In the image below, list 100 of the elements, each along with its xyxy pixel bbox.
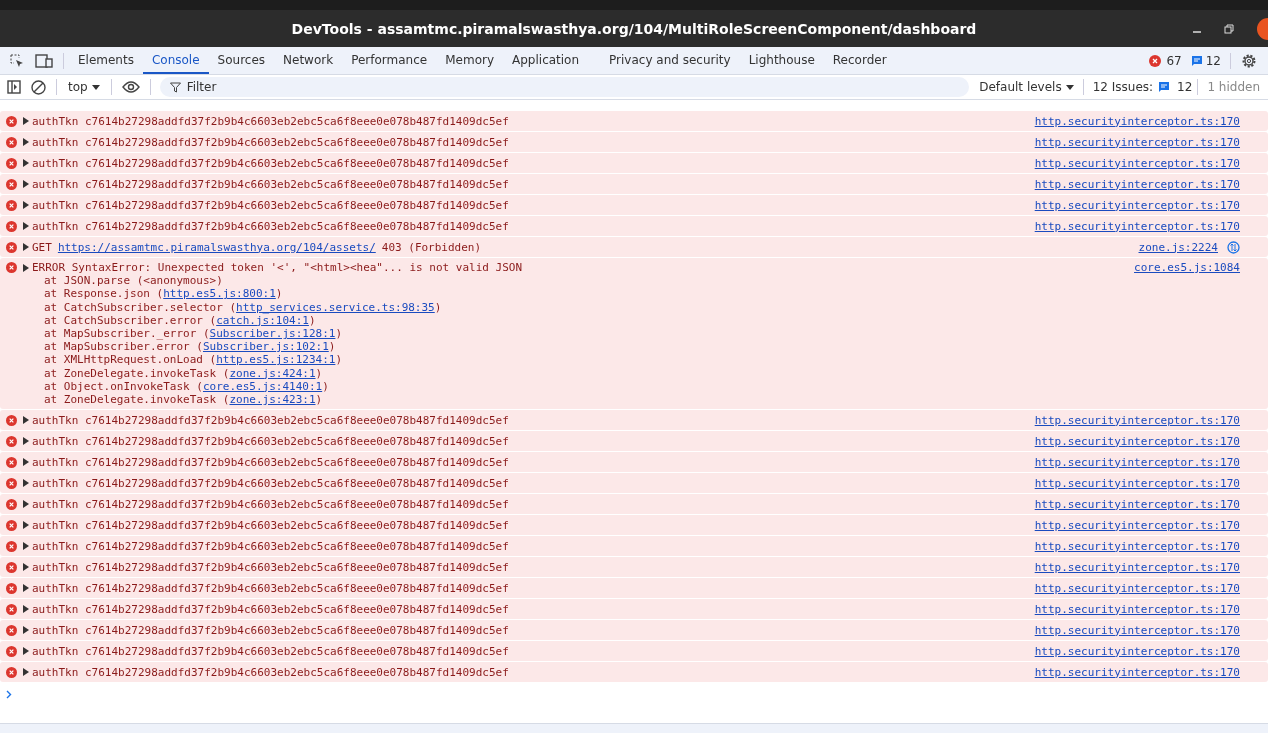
close-icon[interactable] [1256,17,1268,41]
panel-tab[interactable]: Memory [436,47,503,74]
filter-field[interactable]: Filter [159,77,970,97]
frame-link[interactable]: core.es5.js:4140:1 [202,379,323,394]
expand-icon[interactable] [23,264,29,272]
message-text: authTkn c7614b27298addfd37f2b9b4c6603eb2ebc5ca6f8eee0e078b487fd1409dc5ef [32,581,509,595]
panel-tab[interactable]: Sources [208,47,275,74]
message-text: authTkn c7614b27298addfd37f2b9b4c6603eb2ebc5ca6f8eee0e078b487fd1409dc5ef [32,198,509,212]
source-link[interactable]: http.securityinterceptor.ts:170 [1034,581,1240,595]
source-link[interactable]: http.securityinterceptor.ts:170 [1034,434,1240,448]
message-icon[interactable] [1158,81,1171,93]
source-link[interactable]: http.securityinterceptor.ts:170 [1034,177,1240,191]
error-icon [6,624,17,636]
panel-tab[interactable]: Privacy and security [600,47,740,74]
stack-frame: ) [335,353,343,367]
levels-dropdown[interactable]: Default levels [975,80,1078,94]
expand-icon[interactable] [23,180,29,188]
settings-icon[interactable] [1241,52,1257,69]
device-icon[interactable] [35,52,53,69]
panel-tab[interactable]: Performance [342,47,437,74]
message-text: authTkn c7614b27298addfd37f2b9b4c6603eb2ebc5ca6f8eee0e078b487fd1409dc5ef [32,135,509,149]
expand-icon[interactable] [23,521,29,530]
expand-icon[interactable] [23,584,29,593]
message-count[interactable]: 12 [1205,53,1221,68]
panel-tab[interactable]: Application [503,47,589,74]
source-link[interactable]: core.es5.js:1084 [1134,261,1240,274]
message-text: authTkn c7614b27298addfd37f2b9b4c6603eb2ebc5ca6f8eee0e078b487fd1409dc5ef [32,156,509,170]
frame-link[interactable]: http.es5.js:800:1 [163,287,276,301]
frame-link[interactable]: http.es5.js:1234:1 [216,353,336,367]
message-icon[interactable] [1190,54,1203,67]
error-icon[interactable] [1149,54,1162,67]
source-link[interactable]: http.securityinterceptor.ts:170 [1034,198,1240,212]
error-count[interactable]: 67 [1166,53,1182,68]
error-icon [6,540,17,552]
eye-icon[interactable] [121,81,140,93]
source-link[interactable]: http.securityinterceptor.ts:170 [1034,644,1240,658]
expand-icon[interactable] [23,243,29,251]
panel-tab[interactable]: Network [274,47,343,74]
source-link[interactable]: http.securityinterceptor.ts:170 [1034,219,1240,233]
expand-icon[interactable] [23,626,29,635]
expand-icon[interactable] [23,542,29,551]
source-link[interactable]: http.securityinterceptor.ts:170 [1034,476,1240,490]
message-text: authTkn c7614b27298addfd37f2b9b4c6603eb2ebc5ca6f8eee0e078b487fd1409dc5ef [32,539,509,553]
source-link[interactable]: http.securityinterceptor.ts:170 [1034,114,1240,128]
frame-link[interactable]: catch.js:104:1 [216,313,309,327]
expand-icon[interactable] [23,138,29,146]
error-icon [6,561,17,573]
stack-frame: ) [315,393,323,407]
source-link[interactable]: http.securityinterceptor.ts:170 [1034,539,1240,553]
source-link[interactable]: http.securityinterceptor.ts:170 [1034,135,1240,149]
expand-icon[interactable] [23,117,29,125]
expand-icon[interactable] [23,647,29,656]
panel-tab[interactable]: Recorder [823,47,896,74]
source-link[interactable]: http.securityinterceptor.ts:170 [1034,665,1240,679]
panel-tab[interactable]: Elements [69,47,143,74]
frame-link[interactable]: Subscriber.js:102:1 [202,340,329,354]
stack-frame: at CatchSubscriber.error ( [44,313,217,327]
expand-icon[interactable] [23,437,29,446]
stack-frame: ) [434,300,442,314]
request-link[interactable]: https://assamtmc.piramalswasthya.org/104/assets/ [57,240,376,254]
issues-label[interactable]: 12 Issues: [1092,80,1154,94]
error-icon [6,498,17,510]
expand-icon[interactable] [23,479,29,488]
source-link[interactable]: http.securityinterceptor.ts:170 [1034,497,1240,511]
clear-icon[interactable] [31,79,46,95]
expand-icon[interactable] [23,563,29,572]
source-link[interactable]: http.securityinterceptor.ts:170 [1034,623,1240,637]
network-icon[interactable] [1227,240,1240,254]
restore-icon[interactable] [1224,24,1234,34]
source-link[interactable]: http.securityinterceptor.ts:170 [1034,560,1240,574]
expand-icon[interactable] [23,416,29,425]
frame-link[interactable]: zone.js:424:1 [229,366,316,380]
expand-icon[interactable] [23,201,29,209]
prompt-icon[interactable] [6,690,12,700]
frame-link[interactable]: Subscriber.js:128:1 [209,327,336,341]
source-link[interactable]: http.securityinterceptor.ts:170 [1034,156,1240,170]
stack-frame: ) [328,340,336,354]
source-link[interactable]: http.securityinterceptor.ts:170 [1034,413,1240,427]
source-link[interactable]: http.securityinterceptor.ts:170 [1034,455,1240,469]
expand-icon[interactable] [23,605,29,614]
stack-frame: ) [322,379,329,394]
panel-tab[interactable]: Lighthouse [739,47,824,74]
message-text: authTkn c7614b27298addfd37f2b9b4c6603eb2ebc5ca6f8eee0e078b487fd1409dc5ef [32,434,509,448]
source-link[interactable]: http.securityinterceptor.ts:170 [1034,518,1240,532]
source-link[interactable]: zone.js:2224 [1138,240,1218,254]
stack-frame: ) [315,366,323,380]
context-dropdown[interactable]: top [62,80,106,94]
sidebar-icon[interactable] [7,80,21,94]
source-link[interactable]: http.securityinterceptor.ts:170 [1034,602,1240,616]
expand-icon[interactable] [23,458,29,467]
expand-icon[interactable] [23,500,29,509]
expand-icon[interactable] [23,222,29,230]
frame-link[interactable]: zone.js:423:1 [229,393,316,407]
caret-icon [1065,84,1074,90]
expand-icon[interactable] [23,668,29,677]
expand-icon[interactable] [23,159,29,167]
inspect-icon[interactable] [9,52,25,69]
frame-link[interactable]: http_services.service.ts:98:35 [236,300,435,314]
message-text: authTkn c7614b27298addfd37f2b9b4c6603eb2ebc5ca6f8eee0e078b487fd1409dc5ef [32,665,509,679]
issues-count[interactable]: 12 [1177,80,1193,94]
